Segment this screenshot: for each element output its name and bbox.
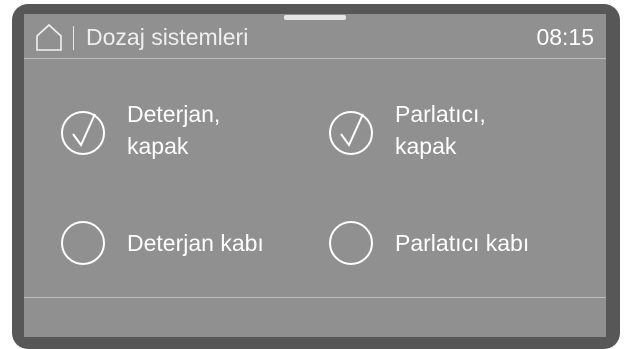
unchecked-circle-icon [329, 221, 373, 265]
option-label-line2: kapak [127, 133, 189, 159]
option-label: Parlatıcı kabı [395, 230, 530, 256]
option-label-line1: Parlatıcı, [395, 101, 486, 127]
page-title: Dozaj sistemleri [86, 24, 249, 50]
checked-circle-icon [61, 111, 105, 155]
display-screen: Dozaj sistemleri 08:15 Deterjan, kapak P… [24, 14, 606, 337]
option-rinse-aid-container[interactable]: Parlatıcı kabı [329, 218, 579, 268]
device-frame: Dozaj sistemleri 08:15 Deterjan, kapak P… [0, 0, 633, 349]
checked-circle-icon [329, 111, 373, 155]
header-bar: Dozaj sistemleri 08:15 [24, 14, 606, 58]
option-detergent-lid[interactable]: Deterjan, kapak [61, 101, 301, 166]
unchecked-circle-icon [61, 221, 105, 265]
option-rinse-aid-lid[interactable]: Parlatıcı, kapak [329, 101, 579, 166]
clock-time: 08:15 [536, 24, 594, 50]
header-divider [24, 58, 606, 59]
header-separator [73, 26, 74, 50]
footer-divider [24, 297, 606, 298]
option-label-line2: kapak [395, 133, 457, 159]
home-icon[interactable] [34, 22, 64, 52]
option-detergent-container[interactable]: Deterjan kabı [61, 218, 301, 268]
option-label-line1: Deterjan, [127, 101, 221, 127]
option-label: Deterjan kabı [127, 230, 264, 256]
